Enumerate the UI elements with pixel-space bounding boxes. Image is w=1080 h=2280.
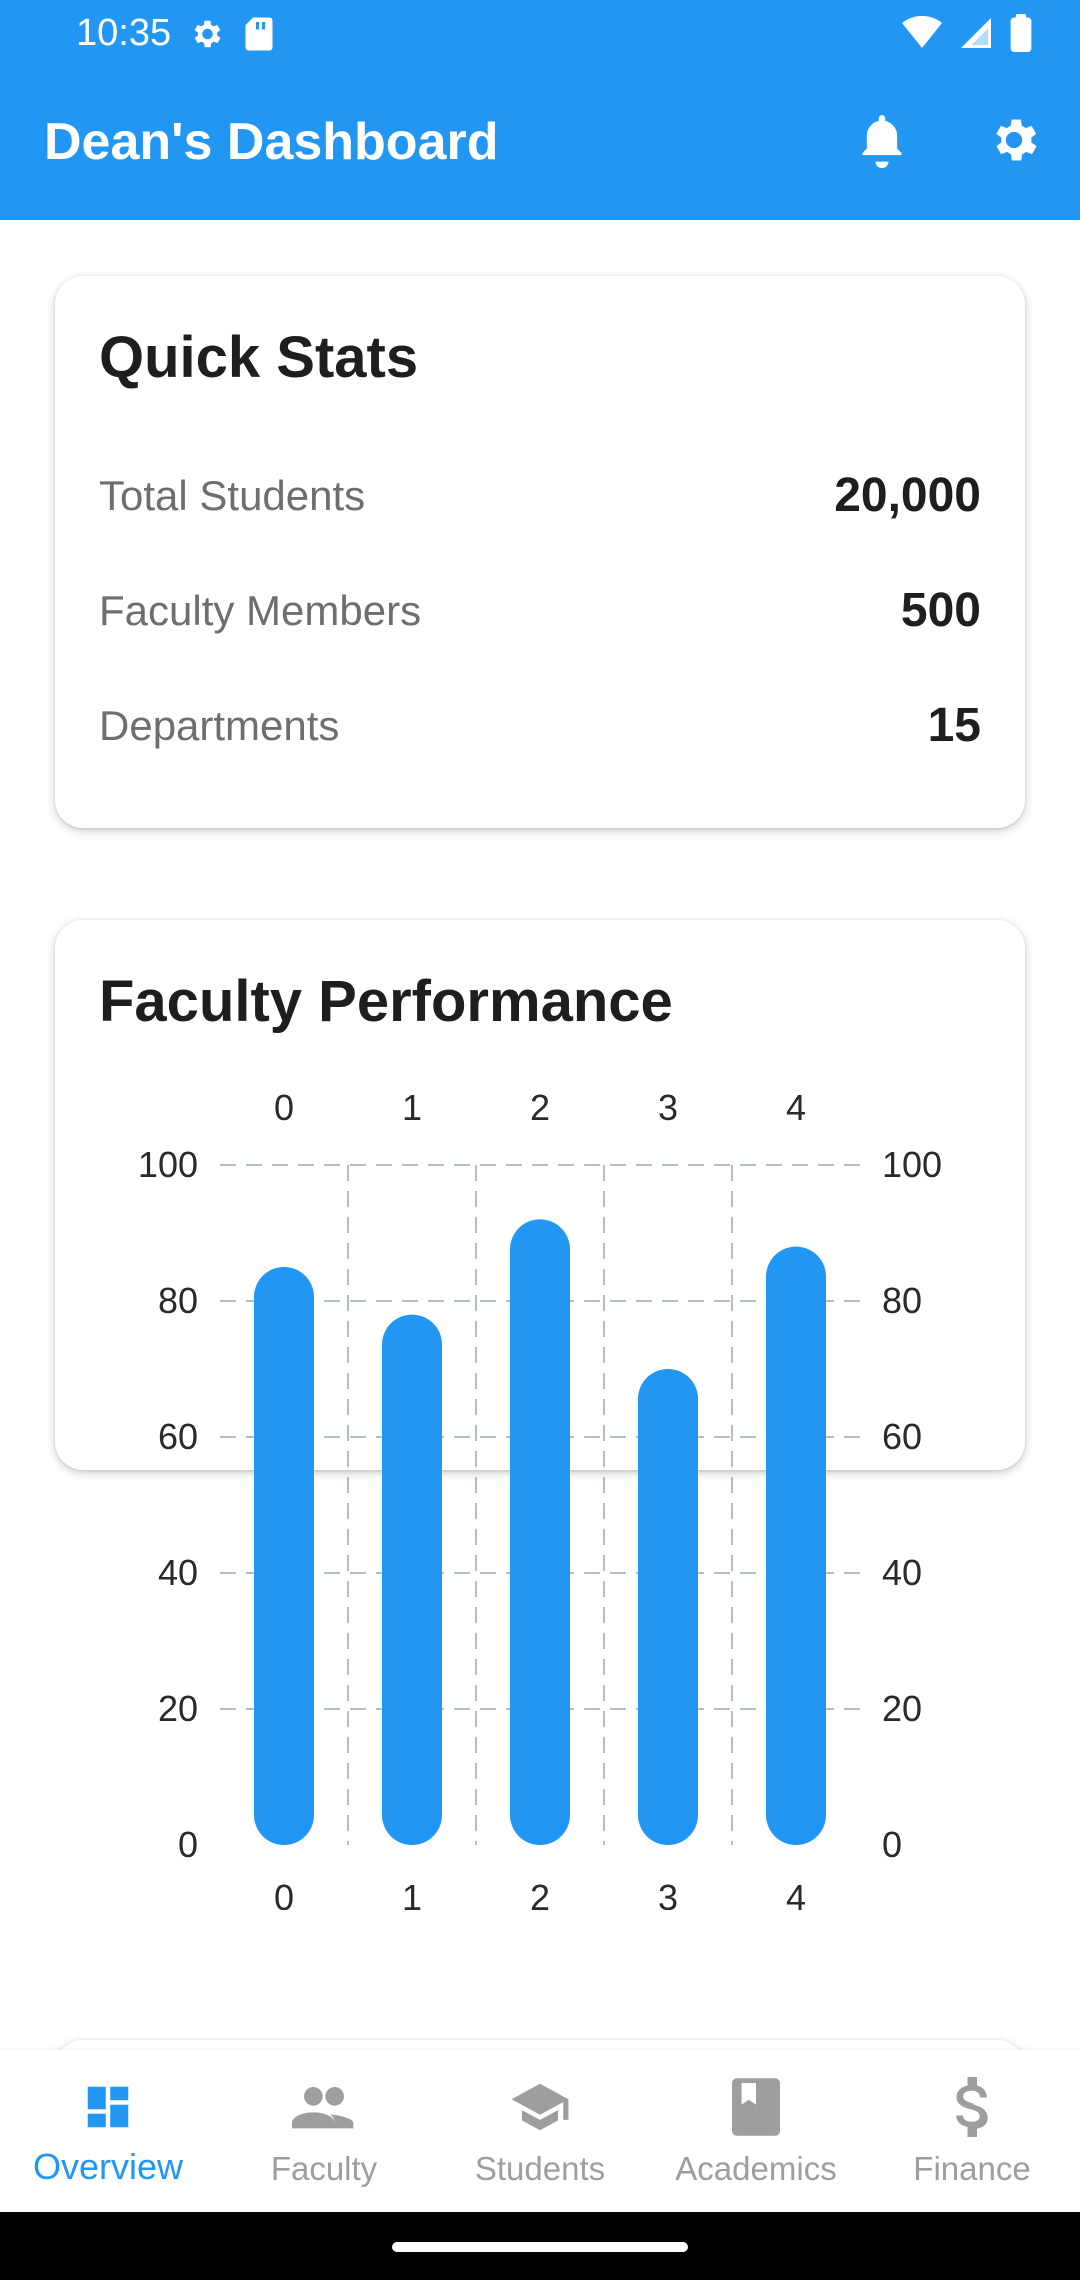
system-gesture-bar — [0, 2212, 1080, 2280]
app-header: 10:35 Dean's Dashboard — [0, 0, 1080, 220]
bell-icon — [862, 115, 902, 169]
y-tick-label-left: 0 — [178, 1824, 198, 1865]
nav-label: Academics — [675, 2150, 837, 2187]
stat-value: 500 — [900, 584, 981, 637]
wifi-icon — [902, 15, 942, 55]
stat-value: 15 — [927, 699, 981, 752]
y-tick-label-right: 0 — [882, 1824, 902, 1865]
y-tick-label-left: 20 — [158, 1688, 198, 1729]
y-tick-label-right: 60 — [882, 1416, 922, 1457]
y-tick-label-left: 60 — [158, 1416, 198, 1457]
nav-finance[interactable]: Finance — [864, 2050, 1080, 2212]
next-card — [55, 2040, 1025, 2050]
gear-icon — [996, 119, 1037, 161]
nav-label: Faculty — [270, 2150, 378, 2187]
settings-icon — [188, 16, 224, 57]
nav-faculty[interactable]: Faculty — [216, 2050, 432, 2212]
x-tick-label-bottom: 2 — [530, 1877, 550, 1910]
bar — [254, 1267, 314, 1845]
y-tick-label-left: 40 — [158, 1552, 198, 1593]
y-tick-label-right: 20 — [882, 1688, 922, 1729]
x-tick-label-bottom: 1 — [402, 1877, 422, 1910]
x-tick-label-top: 0 — [274, 1087, 294, 1128]
book-icon — [732, 2078, 780, 2136]
y-tick-label-left: 80 — [158, 1280, 198, 1321]
x-tick-label-bottom: 3 — [658, 1877, 678, 1910]
stat-label: Faculty Members — [99, 587, 422, 634]
battery-icon — [1010, 14, 1032, 57]
nav-academics[interactable]: Academics — [648, 2050, 864, 2212]
y-tick-label-right: 40 — [882, 1552, 922, 1593]
sd-card-icon — [244, 16, 274, 57]
nav-overview[interactable]: Overview — [0, 2050, 216, 2212]
stat-row-total-students: Total Students 20,000 — [99, 462, 981, 522]
bar — [382, 1314, 442, 1845]
quick-stats-title: Quick Stats — [99, 325, 419, 390]
nav-label: Overview — [32, 2146, 184, 2187]
home-gesture-handle[interactable] — [392, 2242, 688, 2252]
dollar-icon — [956, 2077, 988, 2137]
x-tick-label-bottom: 0 — [274, 1877, 294, 1910]
stat-row-departments: Departments 15 — [99, 692, 981, 752]
app-title: Dean's Dashboard — [44, 113, 499, 171]
bottom-navigation: Overview Faculty Students Academics Fina… — [0, 2050, 1080, 2212]
bar — [638, 1369, 698, 1845]
x-tick-label-top: 1 — [402, 1087, 422, 1128]
stat-value: 20,000 — [834, 469, 981, 522]
status-bar: 10:35 — [0, 0, 1080, 70]
x-tick-label-bottom: 4 — [786, 1877, 806, 1910]
settings-button[interactable] — [982, 108, 1046, 172]
nav-students[interactable]: Students — [432, 2050, 648, 2212]
bar — [766, 1246, 826, 1845]
faculty-performance-title: Faculty Performance — [99, 969, 673, 1034]
x-tick-label-top: 4 — [786, 1087, 806, 1128]
y-tick-label-right: 80 — [882, 1280, 922, 1321]
dashboard-icon — [87, 2086, 129, 2128]
status-time: 10:35 — [76, 12, 172, 54]
school-icon — [511, 2083, 569, 2131]
nav-label: Finance — [913, 2150, 1031, 2187]
y-tick-label-left: 100 — [138, 1144, 198, 1185]
quick-stats-card: Quick Stats Total Students 20,000 Facult… — [55, 276, 1025, 828]
x-tick-label-top: 2 — [530, 1087, 550, 1128]
stat-row-faculty-members: Faculty Members 500 — [99, 577, 981, 637]
bar — [510, 1219, 570, 1845]
nav-label: Students — [474, 2150, 606, 2187]
signal-icon — [958, 15, 994, 56]
stat-label: Departments — [99, 702, 340, 749]
x-tick-label-top: 3 — [658, 1087, 678, 1128]
stat-label: Total Students — [99, 472, 366, 519]
notifications-button[interactable] — [850, 108, 914, 172]
y-tick-label-right: 100 — [882, 1144, 942, 1185]
faculty-performance-chart: 0 0 20 20 40 40 60 60 80 80 100 100 0 0 1 1 2 2 3 3 4 4 — [138, 1087, 942, 1910]
people-icon — [292, 2087, 354, 2129]
